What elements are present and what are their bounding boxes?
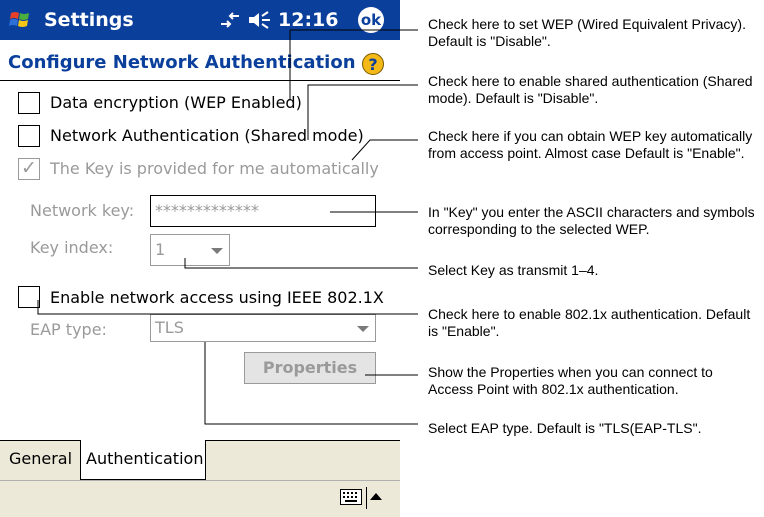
menu-bar [0,480,400,517]
volume-icon[interactable] [246,10,272,30]
clock[interactable]: 12:16 [278,9,338,31]
keyboard-icon[interactable] [340,489,362,505]
properties-button[interactable]: Properties [244,352,376,384]
key-index-value: 1 [155,240,166,259]
chevron-down-icon [211,248,223,254]
key-auto-label: The Key is provided for me automatically [50,159,379,178]
header-divider [0,80,400,81]
network-key-input[interactable]: ************* [150,195,376,227]
network-auth-checkbox[interactable] [18,125,40,147]
ieee8021x-checkbox[interactable] [18,286,40,308]
eap-type-label: EAP type: [30,320,107,339]
network-auth-label: Network Authentication (Shared mode) [50,126,364,145]
connectivity-icon[interactable] [218,10,242,30]
key-index-label: Key index: [30,238,114,257]
key-index-select[interactable]: 1 [150,234,230,266]
tab-bar: General Authentication [0,440,400,480]
annotation-dot1x: Check here to enable 802.1x authenticati… [428,306,751,339]
annotation-properties: Show the Properties when you can connect… [428,364,713,397]
start-menu-icon[interactable] [8,8,32,32]
title-bar: Settings 12:16 ok [0,0,400,40]
menu-separator [366,487,367,509]
ok-button[interactable]: ok [358,7,384,33]
network-key-label: Network key: [30,201,135,220]
input-panel-arrow-icon[interactable] [370,493,382,500]
annotation-eap-type: Select EAP type. Default is "TLS(EAP-TLS… [428,420,702,436]
data-encryption-checkbox[interactable] [18,92,40,114]
checkmark-icon: ✓ [21,157,37,179]
help-icon[interactable]: ? [362,53,384,75]
pocketpc-screen: Settings 12:16 ok Configure Network Auth… [0,0,400,517]
eap-type-value: TLS [155,318,184,337]
app-title: Settings [44,9,134,31]
tab-general[interactable]: General [4,440,80,478]
page-title: Configure Network Authentication [8,52,356,73]
key-auto-checkbox[interactable]: ✓ [18,157,40,180]
annotation-shared: Check here to enable shared authenticati… [428,73,753,106]
tab-authentication[interactable]: Authentication [80,440,206,480]
annotation-wep: Check here to set WEP (Wired Equivalent … [428,16,746,49]
ieee8021x-label: Enable network access using IEEE 802.1X [50,288,384,307]
annotation-index: Select Key as transmit 1–4. [428,262,599,278]
annotation-key: In "Key" you enter the ASCII characters … [428,204,755,237]
eap-type-select[interactable]: TLS [150,314,376,342]
page-header: Configure Network Authentication ? [0,48,400,78]
chevron-down-icon [357,326,369,332]
annotation-auto-key: Check here if you can obtain WEP key aut… [428,128,753,161]
data-encryption-label: Data encryption (WEP Enabled) [50,93,302,112]
